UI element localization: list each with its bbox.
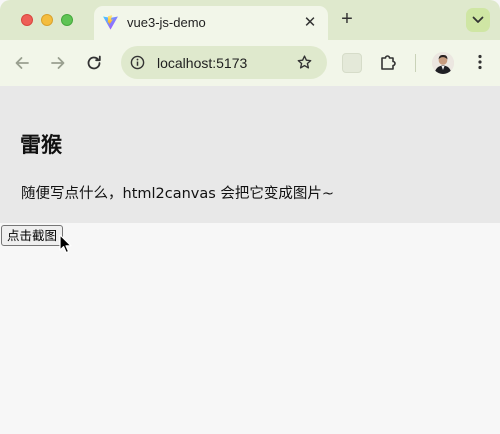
page-heading: 雷猴 [20,133,62,157]
forward-icon[interactable] [48,53,68,73]
browser-tab[interactable]: vue3-js-demo ✕ [94,6,328,40]
extension-tile-icon[interactable] [342,53,362,73]
more-menu-icon[interactable] [470,52,490,72]
new-tab-button[interactable]: + [337,9,357,29]
tab-close-icon[interactable]: ✕ [301,13,319,31]
tab-search-icon[interactable] [466,8,490,32]
capture-screenshot-button[interactable]: 点击截图 [1,225,64,246]
toolbar-divider [415,54,416,72]
address-url[interactable]: localhost:5173 [157,55,247,71]
window-minimize-button[interactable] [41,14,53,26]
tab-title: vue3-js-demo [127,15,206,30]
browser-window: vue3-js-demo ✕ + localhost:5173 雷猴 随便写点什… [0,0,500,434]
vite-favicon-icon [103,15,118,30]
tab-strip: vue3-js-demo ✕ + [0,0,500,40]
browser-toolbar: localhost:5173 [0,40,500,86]
extensions-puzzle-icon[interactable] [378,52,398,72]
page-paragraph: 随便写点什么，html2canvas 会把它变成图片~ [21,186,335,202]
site-info-icon[interactable] [130,55,145,70]
reload-icon[interactable] [84,53,104,73]
back-icon[interactable] [12,53,32,73]
page-viewport: 雷猴 随便写点什么，html2canvas 会把它变成图片~ 点击截图 [0,86,500,434]
bookmark-star-icon[interactable] [296,54,313,71]
mouse-pointer-icon [59,234,72,254]
window-maximize-button[interactable] [61,14,73,26]
window-close-button[interactable] [21,14,33,26]
address-bar[interactable]: localhost:5173 [121,46,327,79]
capture-region: 雷猴 随便写点什么，html2canvas 会把它变成图片~ [0,86,500,223]
profile-avatar[interactable] [432,52,454,74]
